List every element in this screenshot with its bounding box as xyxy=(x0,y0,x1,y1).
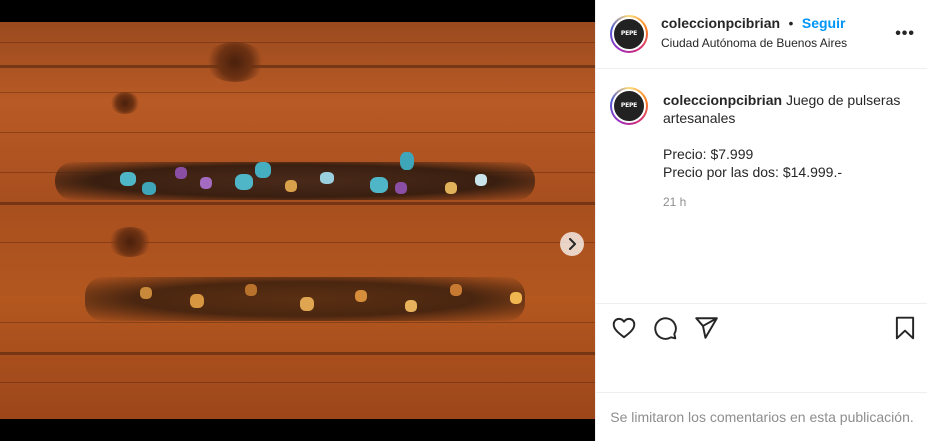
bead xyxy=(190,294,204,308)
chevron-right-icon xyxy=(569,238,576,250)
wood-grain xyxy=(0,42,595,43)
comments-limited-notice: Se limitaron los comentarios en esta pub… xyxy=(610,409,914,425)
heart-icon[interactable] xyxy=(611,315,637,341)
header-title-row: coleccionpcibrian • Seguir xyxy=(661,15,845,33)
avatar-logo: PEPE xyxy=(620,102,638,109)
comment-bubble-icon[interactable] xyxy=(652,315,678,341)
bead xyxy=(395,182,407,194)
wood-grain xyxy=(0,382,595,383)
bead xyxy=(445,182,457,194)
bead xyxy=(475,174,487,186)
bead xyxy=(175,167,187,179)
post-header: PEPE coleccionpcibrian • Seguir Ciudad A… xyxy=(596,0,927,69)
avatar-logo: PEPE xyxy=(620,30,638,37)
more-options-icon[interactable]: ••• xyxy=(895,25,915,43)
wood-grain xyxy=(0,132,595,133)
bead xyxy=(450,284,462,296)
caption-username[interactable]: coleccionpcibrian xyxy=(663,92,782,108)
avatar[interactable]: PEPE xyxy=(610,15,648,53)
pair-price-line: Precio por las dos: $14.999.- xyxy=(663,164,842,180)
bead xyxy=(300,297,314,311)
bead xyxy=(400,152,414,170)
post-timestamp[interactable]: 21 h xyxy=(663,195,686,209)
wood-grain xyxy=(0,242,595,243)
follow-button[interactable]: Seguir xyxy=(802,15,846,31)
carousel-next-button[interactable] xyxy=(560,232,584,256)
location-link[interactable]: Ciudad Autónoma de Buenos Aires xyxy=(661,36,847,50)
wood-seam xyxy=(0,202,595,205)
bead xyxy=(510,292,522,304)
caption-avatar[interactable]: PEPE xyxy=(610,87,648,125)
bead xyxy=(370,177,388,193)
caption-section: PEPE coleccionpcibrian Juego de pulseras… xyxy=(596,69,927,304)
wood-knot xyxy=(205,42,265,82)
bead xyxy=(200,177,212,189)
caption-text: coleccionpcibrian Juego de pulseras arte… xyxy=(663,91,913,181)
price-line: Precio: $7.999 xyxy=(663,146,754,162)
bead xyxy=(405,300,417,312)
bead xyxy=(142,182,156,195)
bead xyxy=(320,172,334,184)
bead xyxy=(120,172,136,186)
bead xyxy=(245,284,257,296)
wood-knot xyxy=(108,227,152,257)
separator-dot: • xyxy=(788,15,794,31)
wood-grain xyxy=(0,92,595,93)
bead xyxy=(235,174,253,190)
username-link[interactable]: coleccionpcibrian xyxy=(661,15,780,31)
bookmark-icon[interactable] xyxy=(892,315,918,341)
post-side-panel: PEPE coleccionpcibrian • Seguir Ciudad A… xyxy=(595,0,927,441)
post-photo[interactable] xyxy=(0,22,595,419)
bead xyxy=(355,290,367,302)
wood-grain xyxy=(0,322,595,323)
paper-plane-icon[interactable] xyxy=(693,315,719,341)
wood-knot xyxy=(110,92,140,114)
bead xyxy=(140,287,152,299)
avatar-image: PEPE xyxy=(612,89,646,123)
wood-seam xyxy=(0,65,595,68)
avatar-image: PEPE xyxy=(612,17,646,51)
wood-seam xyxy=(0,352,595,355)
action-bar xyxy=(596,305,927,393)
bead xyxy=(285,180,297,192)
bead xyxy=(255,162,271,178)
